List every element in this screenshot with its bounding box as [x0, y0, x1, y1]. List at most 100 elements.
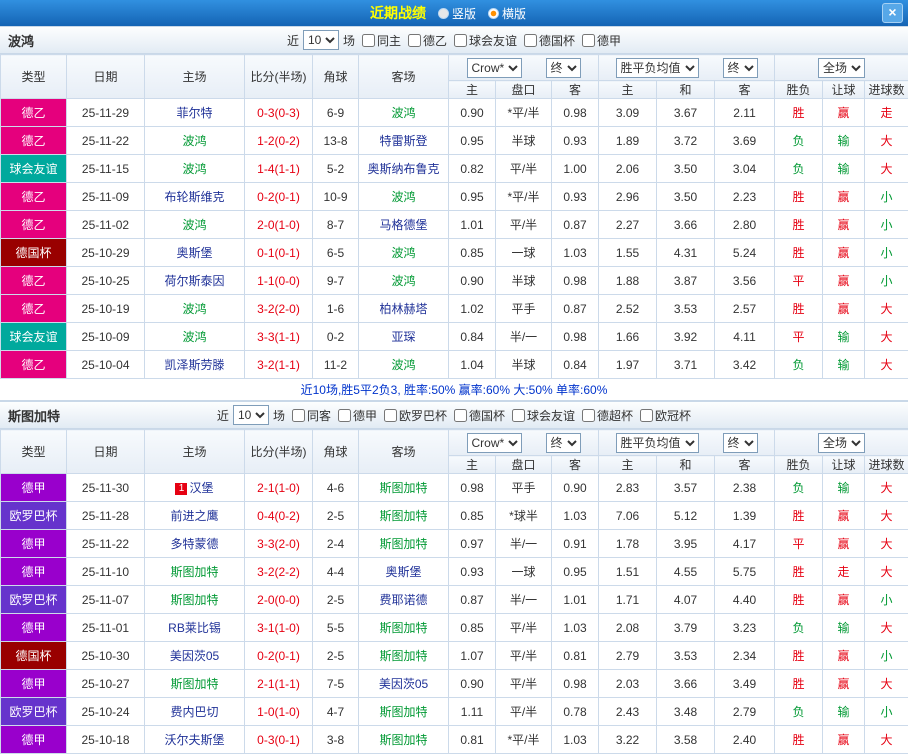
filter-checkbox-input[interactable] — [408, 34, 421, 47]
home-team[interactable]: 波鸿 — [145, 323, 245, 351]
filter-checkbox-input[interactable] — [454, 409, 467, 422]
avg-draw: 4.55 — [657, 558, 715, 586]
filter-checkbox-input[interactable] — [524, 34, 537, 47]
radio-horizontal[interactable]: 横版 — [488, 5, 526, 22]
filter-checkbox-input[interactable] — [454, 34, 467, 47]
handicap-result: 输 — [823, 474, 865, 502]
away-team[interactable]: 斯图加特 — [359, 698, 449, 726]
match-count-select[interactable]: 10 — [303, 30, 339, 50]
close-icon[interactable]: × — [882, 3, 903, 23]
away-team[interactable]: 柏林赫塔 — [359, 295, 449, 323]
away-team[interactable]: 马格德堡 — [359, 211, 449, 239]
away-team[interactable]: 波鸿 — [359, 351, 449, 379]
final-select[interactable]: 终 — [723, 58, 758, 78]
filter-checkbox[interactable]: 德国杯 — [447, 407, 505, 424]
filter-checkbox-input[interactable] — [384, 409, 397, 422]
away-team[interactable]: 费耶诺德 — [359, 586, 449, 614]
goals-result: 大 — [865, 726, 908, 754]
home-team[interactable]: 费内巴切 — [145, 698, 245, 726]
home-team[interactable]: 波鸿 — [145, 295, 245, 323]
home-team[interactable]: 多特蒙德 — [145, 530, 245, 558]
filter-checkbox[interactable]: 德甲 — [331, 407, 377, 424]
home-team[interactable]: 波鸿 — [145, 211, 245, 239]
away-team[interactable]: 斯图加特 — [359, 474, 449, 502]
bookmaker-select[interactable]: Crow* — [467, 433, 522, 453]
final-select[interactable]: 终 — [546, 58, 581, 78]
col-goals: 进球数 — [865, 81, 908, 99]
away-team[interactable]: 美因茨05 — [359, 670, 449, 698]
filter-checkbox-label: 德甲 — [597, 32, 621, 49]
away-team[interactable]: 奥斯纳布鲁克 — [359, 155, 449, 183]
home-team[interactable]: 奥斯堡 — [145, 239, 245, 267]
home-team[interactable]: 斯图加特 — [145, 586, 245, 614]
away-team[interactable]: 波鸿 — [359, 239, 449, 267]
match-row: 球会友谊25-10-09波鸿3-3(1-1)0-2亚琛0.84半/一0.981.… — [1, 323, 908, 351]
handicap: *平/半 — [496, 99, 552, 127]
filter-checkbox-input[interactable] — [338, 409, 351, 422]
filter-checkbox[interactable]: 欧罗巴杯 — [377, 407, 447, 424]
league-type: 德甲 — [1, 726, 67, 754]
handicap-result: 输 — [823, 323, 865, 351]
filter-checkbox-input[interactable] — [640, 409, 653, 422]
home-team[interactable]: 前进之鹰 — [145, 502, 245, 530]
odds-home: 0.85 — [449, 239, 496, 267]
result: 胜 — [775, 642, 823, 670]
filter-checkbox[interactable]: 同主 — [355, 32, 401, 49]
radio-horizontal-icon[interactable] — [488, 8, 499, 19]
home-team[interactable]: 沃尔夫斯堡 — [145, 726, 245, 754]
match-row: 德乙25-11-02波鸿2-0(1-0)8-7马格德堡1.01平/半0.872.… — [1, 211, 908, 239]
bookmaker-select[interactable]: Crow* — [467, 58, 522, 78]
filter-checkbox[interactable]: 德超杯 — [575, 407, 633, 424]
avg-lose: 3.04 — [715, 155, 775, 183]
match-count-select[interactable]: 10 — [233, 405, 269, 425]
home-team[interactable]: 美因茨05 — [145, 642, 245, 670]
away-team[interactable]: 斯图加特 — [359, 502, 449, 530]
filter-checkbox-input[interactable] — [582, 34, 595, 47]
radio-vertical-icon[interactable] — [438, 8, 449, 19]
scope-select[interactable]: 全场 — [818, 433, 865, 453]
home-team[interactable]: 斯图加特 — [145, 670, 245, 698]
filter-checkbox-input[interactable] — [582, 409, 595, 422]
goals-result: 大 — [865, 295, 908, 323]
home-team[interactable]: 波鸿 — [145, 127, 245, 155]
filter-checkbox-input[interactable] — [362, 34, 375, 47]
home-team[interactable]: 菲尔特 — [145, 99, 245, 127]
filter-checkbox[interactable]: 德乙 — [401, 32, 447, 49]
away-team[interactable]: 斯图加特 — [359, 614, 449, 642]
handicap-result: 赢 — [823, 99, 865, 127]
filter-checkbox-input[interactable] — [292, 409, 305, 422]
home-team[interactable]: 斯图加特 — [145, 558, 245, 586]
away-team[interactable]: 波鸿 — [359, 183, 449, 211]
away-team[interactable]: 斯图加特 — [359, 726, 449, 754]
filter-checkbox-input[interactable] — [512, 409, 525, 422]
filter-checkbox[interactable]: 德国杯 — [517, 32, 575, 49]
home-team[interactable]: RB莱比锡 — [145, 614, 245, 642]
result: 胜 — [775, 558, 823, 586]
filter-checkbox[interactable]: 欧冠杯 — [633, 407, 691, 424]
home-team[interactable]: 布轮斯维克 — [145, 183, 245, 211]
scope-select[interactable]: 全场 — [818, 58, 865, 78]
wdl-avg-select[interactable]: 胜平负均值 — [616, 433, 699, 453]
final-select[interactable]: 终 — [546, 433, 581, 453]
away-team[interactable]: 特雷斯登 — [359, 127, 449, 155]
final-select[interactable]: 终 — [723, 433, 758, 453]
filter-checkbox[interactable]: 球会友谊 — [505, 407, 575, 424]
filter-checkbox[interactable]: 球会友谊 — [447, 32, 517, 49]
away-team[interactable]: 波鸿 — [359, 99, 449, 127]
filter-checkbox[interactable]: 德甲 — [575, 32, 621, 49]
away-team[interactable]: 斯图加特 — [359, 530, 449, 558]
odds-home: 0.95 — [449, 127, 496, 155]
home-team[interactable]: 凯泽斯劳滕 — [145, 351, 245, 379]
odds-away: 0.98 — [552, 99, 599, 127]
away-team[interactable]: 斯图加特 — [359, 642, 449, 670]
radio-vertical[interactable]: 竖版 — [438, 5, 476, 22]
home-team[interactable]: 1汉堡 — [145, 474, 245, 502]
away-team[interactable]: 亚琛 — [359, 323, 449, 351]
wdl-avg-select[interactable]: 胜平负均值 — [616, 58, 699, 78]
home-team[interactable]: 波鸿 — [145, 155, 245, 183]
home-team[interactable]: 荷尔斯泰因 — [145, 267, 245, 295]
away-team[interactable]: 奥斯堡 — [359, 558, 449, 586]
corners: 6-5 — [313, 239, 359, 267]
filter-checkbox[interactable]: 同客 — [285, 407, 331, 424]
away-team[interactable]: 波鸿 — [359, 267, 449, 295]
